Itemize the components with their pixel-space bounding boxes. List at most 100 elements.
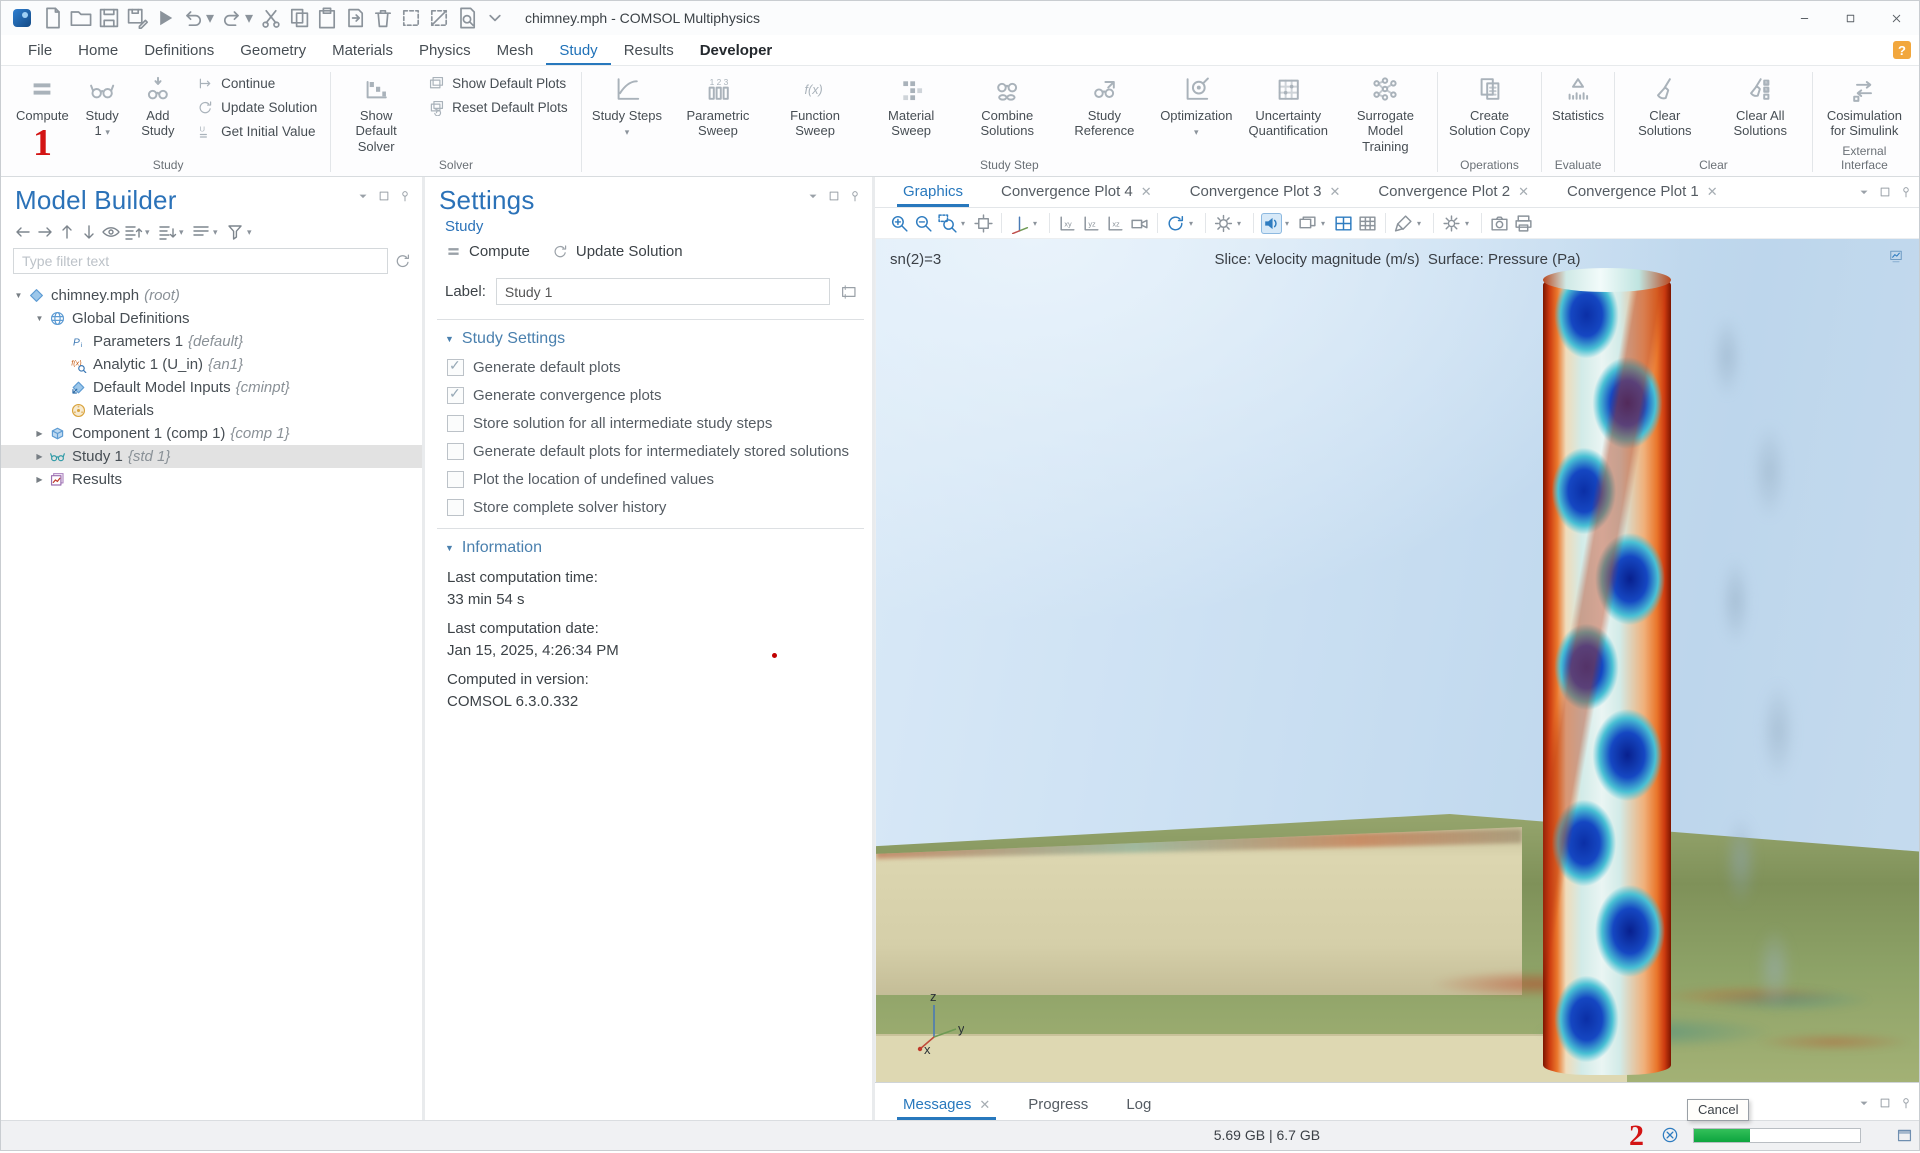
ribbon-button-combine-solutions[interactable]: Combine Solutions [959, 68, 1056, 157]
back-button[interactable] [13, 222, 33, 242]
expand-all-button[interactable] [123, 222, 143, 242]
ribbon-button-surrogate-model-training[interactable]: Surrogate Model Training [1337, 68, 1434, 157]
tree-caret-icon[interactable]: ▶ [32, 452, 47, 461]
progress-window-icon[interactable] [1896, 1127, 1913, 1144]
zoom-out-button[interactable] [913, 213, 934, 234]
panel-pin-button[interactable] [1899, 185, 1913, 199]
dropdown-caret-icon[interactable]: ▾ [179, 227, 189, 238]
panel-menu-button[interactable] [1857, 185, 1871, 199]
dropdown-caret-icon[interactable]: ▾ [1189, 219, 1198, 228]
clear-selection-button[interactable] [427, 6, 451, 30]
image-snapshot-button[interactable] [1297, 213, 1318, 234]
undo-button[interactable] [181, 6, 205, 30]
paste-button[interactable] [315, 6, 339, 30]
menu-item-file[interactable]: File [15, 35, 65, 65]
checkbox-generate-default-plots[interactable] [447, 359, 464, 376]
dropdown-caret-icon[interactable]: ▾ [213, 227, 223, 238]
move-down-button[interactable] [79, 222, 99, 242]
menu-item-materials[interactable]: Materials [319, 35, 406, 65]
menu-item-study[interactable]: Study [546, 35, 610, 65]
checkbox-generate-convergence-plots[interactable] [447, 387, 464, 404]
close-tab-icon[interactable]: ✕ [1707, 184, 1718, 200]
tree-caret-icon[interactable]: ▼ [32, 314, 47, 323]
menu-item-developer[interactable]: Developer [687, 35, 786, 65]
view-yz-button[interactable]: yz [1081, 213, 1102, 234]
checkbox-store-complete-solver-history[interactable] [447, 499, 464, 516]
panel-float-button[interactable] [1878, 1096, 1892, 1110]
snapshot-camera-button[interactable] [1489, 213, 1510, 234]
ribbon-button-clear-all-solutions[interactable]: Clear All Solutions [1712, 68, 1809, 157]
ribbon-button-optimization[interactable]: Optimization ▾ [1153, 68, 1240, 157]
minimize-button[interactable] [1781, 1, 1827, 35]
menu-item-physics[interactable]: Physics [406, 35, 484, 65]
tree-caret-icon[interactable]: ▶ [32, 429, 47, 438]
ribbon-button-continue[interactable]: Continue [191, 74, 323, 93]
ribbon-button-clear-solutions[interactable]: Clear Solutions [1618, 68, 1712, 157]
section-header-information[interactable]: ▼Information [445, 539, 856, 557]
new-file-button[interactable] [41, 6, 65, 30]
close-button[interactable] [1873, 1, 1919, 35]
ribbon-button-show-default-plots[interactable]: Show Default Plots [422, 74, 574, 93]
tree-caret-icon[interactable]: ▶ [32, 475, 47, 484]
plot-legend-icon[interactable] [1887, 249, 1905, 264]
ribbon-button-parametric-sweep[interactable]: 1 2 3Parametric Sweep [669, 68, 766, 157]
zoom-in-button[interactable] [889, 213, 910, 234]
print-button[interactable] [1513, 213, 1534, 234]
move-up-button[interactable] [57, 222, 77, 242]
plot-grid-button[interactable] [1333, 213, 1354, 234]
save-button[interactable] [97, 6, 121, 30]
delete-button[interactable] [371, 6, 395, 30]
dropdown-caret-icon[interactable]: ▾ [1237, 219, 1246, 228]
dropdown-caret-icon[interactable]: ▾ [1033, 219, 1042, 228]
dropdown-caret-icon[interactable]: ▾ [961, 219, 970, 228]
view-xy-button[interactable]: xy [1057, 213, 1078, 234]
settings-button[interactable] [1441, 213, 1462, 234]
ribbon-button-cosimulation-for-simulink[interactable]: Cosimulation for Simulink [1816, 68, 1913, 143]
close-tab-icon[interactable]: ✕ [979, 1097, 990, 1113]
dropdown-caret-icon[interactable]: ▾ [1321, 219, 1330, 228]
menu-item-definitions[interactable]: Definitions [131, 35, 227, 65]
tab-progress[interactable]: Progress [1018, 1096, 1098, 1120]
toolbar-options-button[interactable] [483, 6, 507, 30]
panel-menu-button[interactable] [806, 189, 820, 203]
projection-button[interactable] [1129, 213, 1150, 234]
tree-node-study-1[interactable]: ▶Study 1{std 1} [1, 445, 422, 468]
settings-action-compute[interactable]: Compute [445, 243, 530, 260]
tab-convergence-plot-3[interactable]: Convergence Plot 3✕ [1180, 183, 1351, 207]
ribbon-button-update-solution[interactable]: Update Solution [191, 98, 323, 117]
panel-float-button[interactable] [827, 189, 841, 203]
close-tab-icon[interactable]: ✕ [1518, 184, 1529, 200]
dropdown-caret-icon[interactable]: ▾ [145, 227, 155, 238]
graphics-viewport[interactable]: sn(2)=3 Slice: Velocity magnitude (m/s) … [875, 239, 1919, 1082]
section-header-study-settings[interactable]: ▼Study Settings [445, 330, 856, 348]
tab-convergence-plot-4[interactable]: Convergence Plot 4✕ [991, 183, 1162, 207]
panel-pin-button[interactable] [1899, 1096, 1913, 1110]
filter-button[interactable] [225, 222, 245, 242]
forward-button[interactable] [35, 222, 55, 242]
tab-convergence-plot-1[interactable]: Convergence Plot 1✕ [1557, 183, 1728, 207]
checkbox-generate-default-plots-for-intermediately-stored-solutions[interactable] [447, 443, 464, 460]
ribbon-button-get-initial-value[interactable]: UGet Initial Value [191, 122, 323, 141]
label-input[interactable] [496, 278, 831, 305]
dropdown-caret-icon[interactable]: ▾ [1285, 219, 1294, 228]
menu-item-results[interactable]: Results [611, 35, 687, 65]
copy-button[interactable] [287, 6, 311, 30]
tree-node-materials[interactable]: Materials [1, 399, 422, 422]
cancel-progress-icon[interactable] [1661, 1126, 1679, 1144]
tree-caret-icon[interactable]: ▼ [11, 291, 26, 300]
tree-node-results[interactable]: ▶Results [1, 468, 422, 491]
ribbon-button-uncertainty-quantification[interactable]: Uncertainty Quantification [1240, 68, 1337, 157]
default-view-button[interactable] [1009, 213, 1030, 234]
run-button[interactable] [153, 6, 177, 30]
tab-messages[interactable]: Messages✕ [893, 1096, 1000, 1120]
panel-menu-button[interactable] [356, 189, 370, 203]
ribbon-button-create-solution-copy[interactable]: Create Solution Copy [1441, 68, 1538, 157]
menu-item-geometry[interactable]: Geometry [227, 35, 319, 65]
rotate-button[interactable] [1165, 213, 1186, 234]
panel-pin-button[interactable] [398, 189, 412, 203]
checkbox-store-solution-for-all-intermediate-study-steps[interactable] [447, 415, 464, 432]
color-theme-button[interactable] [1393, 213, 1414, 234]
dropdown-caret-icon[interactable]: ▾ [1417, 219, 1426, 228]
tree-node-chimney-mph[interactable]: ▼chimney.mph(root) [1, 284, 422, 307]
zoom-box-button[interactable] [937, 213, 958, 234]
